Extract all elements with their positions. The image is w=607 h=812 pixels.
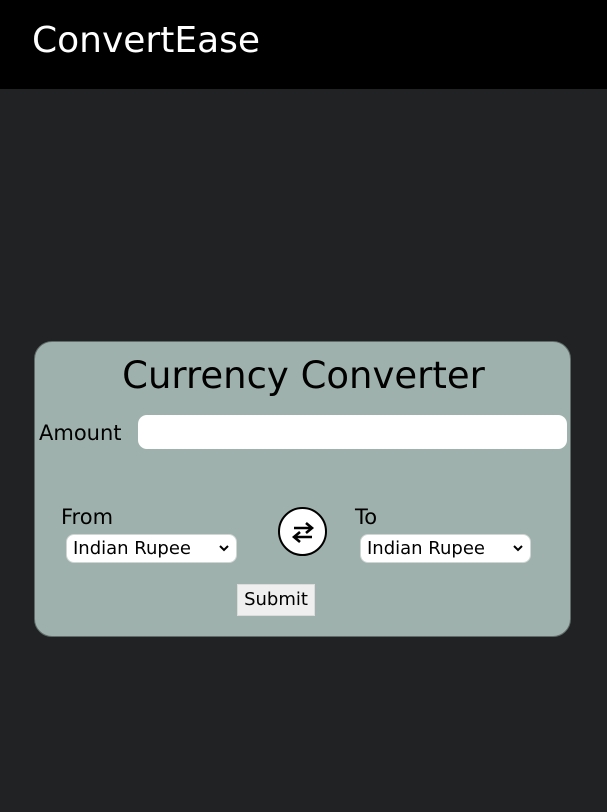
from-label: From [61, 505, 114, 529]
brand-title: ConvertEase [32, 20, 261, 61]
converter-title: Currency Converter [122, 354, 485, 397]
to-currency-value: Indian Rupee [367, 538, 485, 559]
amount-input[interactable] [138, 415, 567, 449]
top-navbar: ConvertEase [0, 0, 607, 89]
converter-card: Currency Converter Amount From Indian Ru… [34, 341, 571, 637]
from-currency-value: Indian Rupee [73, 538, 191, 559]
from-currency-select[interactable]: Indian Rupee [66, 534, 237, 563]
amount-label: Amount [39, 421, 122, 445]
chevron-down-icon [219, 545, 229, 552]
submit-button[interactable]: Submit [237, 584, 315, 616]
chevron-down-icon [513, 545, 523, 552]
to-currency-select[interactable]: Indian Rupee [360, 534, 531, 563]
swap-arrows-icon [291, 521, 314, 543]
swap-currencies-button[interactable] [278, 507, 327, 556]
to-label: To [355, 505, 378, 529]
